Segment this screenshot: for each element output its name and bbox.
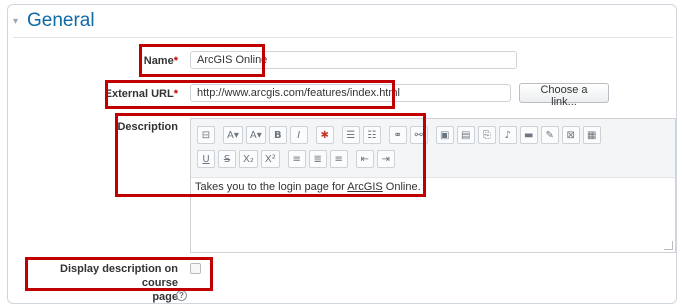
name-label: Name* (118, 55, 178, 67)
section-header-general[interactable]: ▾ General (13, 8, 95, 34)
required-marker: * (173, 88, 178, 100)
display-description-label-line1: Display description on course (60, 263, 178, 289)
indent-icon[interactable]: ⇥ (376, 150, 395, 168)
description-link[interactable]: ArcGIS (347, 181, 382, 193)
superscript-icon[interactable]: X² (260, 150, 280, 168)
paragraph-style-icon[interactable]: A▾ (223, 126, 243, 144)
description-label: Description (117, 121, 178, 133)
section-title: General (27, 10, 95, 31)
strikethrough-icon[interactable]: S (218, 150, 236, 168)
unordered-list-icon[interactable]: ☰ (341, 126, 360, 144)
align-right-icon[interactable]: ≡ (329, 150, 348, 168)
file-icon[interactable]: ⎘ (477, 126, 496, 144)
resize-handle-icon[interactable] (664, 241, 673, 250)
description-text: Takes you to the login page for (195, 181, 348, 193)
editor-content[interactable]: Takes you to the login page for ArcGIS O… (195, 181, 421, 193)
special-char-icon[interactable]: ⊠ (561, 126, 580, 144)
display-description-label: Display description on course page (30, 262, 178, 304)
external-url-input[interactable] (190, 84, 511, 102)
display-description-label-line2: page (152, 291, 178, 303)
external-url-label-text: External URL (104, 88, 174, 100)
description-editor[interactable]: ⊟ A▾ A▾ B I ✱ ☰ ☷ ⚭ ⚯ ▣ ▤ ⎘ ♪ ▬ ✎ ⊠ ▦ U … (190, 118, 676, 253)
bold-icon[interactable]: B (268, 126, 287, 144)
image-icon[interactable]: ▣ (435, 126, 454, 144)
description-text-end: Online. (382, 181, 421, 193)
collapse-caret-icon[interactable]: ▾ (13, 16, 23, 27)
editor-toolbar: ⊟ A▾ A▾ B I ✱ ☰ ☷ ⚭ ⚯ ▣ ▤ ⎘ ♪ ▬ ✎ ⊠ ▦ U … (191, 119, 675, 178)
unlink-icon[interactable]: ⚯ (409, 126, 428, 144)
outdent-icon[interactable]: ⇤ (355, 150, 374, 168)
subscript-icon[interactable]: X₂ (239, 150, 258, 168)
media-icon[interactable]: ▤ (456, 126, 475, 144)
font-style-icon[interactable]: A▾ (245, 126, 266, 144)
name-label-text: Name (143, 55, 174, 67)
underline-icon[interactable]: U (197, 150, 215, 168)
choose-link-button[interactable]: Choose a link... (519, 83, 609, 108)
link-icon[interactable]: ⚭ (388, 126, 407, 144)
audio-icon[interactable]: ♪ (498, 126, 517, 144)
ordered-list-icon[interactable]: ☷ (362, 126, 381, 144)
toolbar-toggle-icon[interactable]: ⊟ (197, 126, 215, 144)
name-input[interactable] (190, 51, 517, 69)
video-icon[interactable]: ▬ (519, 126, 538, 144)
italic-icon[interactable]: I (289, 126, 308, 144)
required-marker: * (173, 55, 178, 67)
table-icon[interactable]: ▦ (582, 126, 601, 144)
align-left-icon[interactable]: ≡ (287, 150, 306, 168)
align-center-icon[interactable]: ≣ (308, 150, 327, 168)
color-icon[interactable]: ✱ (315, 126, 334, 144)
help-icon[interactable]: ? (176, 290, 187, 301)
section-divider (13, 37, 673, 38)
edit-icon[interactable]: ✎ (540, 126, 559, 144)
display-description-checkbox[interactable] (190, 263, 201, 274)
external-url-label: External URL* (100, 88, 178, 100)
